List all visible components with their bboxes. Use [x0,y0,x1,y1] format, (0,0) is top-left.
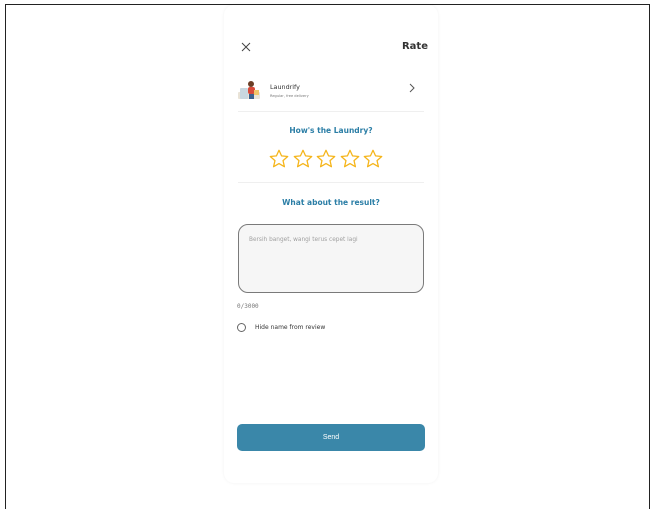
product-text: Laundrify Regular, free delivery [270,83,309,98]
hide-name-label: Hide name from review [255,324,326,331]
star-icon-4[interactable] [339,148,361,170]
review-textarea[interactable]: Bersih banget, wangi terus cepet lagi [238,224,424,293]
hide-name-radio[interactable] [237,323,246,332]
product-subtitle: Regular, free delivery [270,93,309,98]
divider [238,111,424,112]
divider [238,182,424,183]
hide-name-option[interactable]: Hide name from review [237,323,325,332]
top-bar: Rate [224,39,438,61]
close-icon [241,42,251,52]
rating-question: How's the Laundry? [289,126,373,135]
star-icon-1[interactable] [268,148,290,170]
close-button[interactable] [238,39,254,55]
result-question: What about the result? [282,198,380,207]
star-rating [268,148,384,170]
send-button[interactable]: Send [237,424,425,451]
review-placeholder: Bersih banget, wangi terus cepet lagi [249,237,358,243]
page-title: Rate [401,41,428,52]
product-item[interactable]: Laundrify Regular, free delivery [238,73,424,107]
star-icon-5[interactable] [362,148,384,170]
product-name: Laundrify [270,82,300,91]
star-icon-3[interactable] [315,148,337,170]
laundry-thumbnail [238,81,260,99]
star-icon-2[interactable] [292,148,314,170]
character-counter: 0/3000 [237,303,259,310]
chevron-right-icon [409,83,415,93]
rate-screen: Rate Laundrify Regular, free delivery Ho… [224,5,438,483]
